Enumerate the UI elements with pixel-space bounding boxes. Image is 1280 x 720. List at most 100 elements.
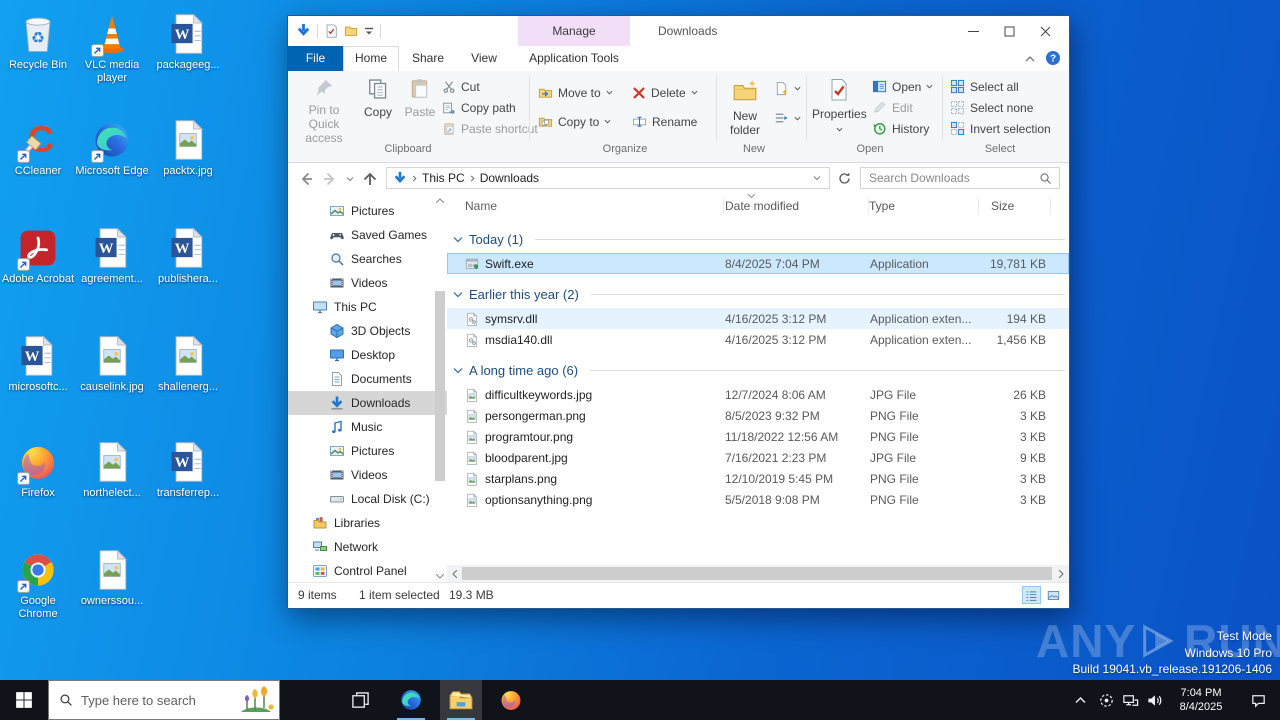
cut-button[interactable]: Cut — [442, 77, 524, 96]
scrollbar-thumb[interactable] — [462, 567, 1052, 580]
desktop-icon-packtx-jpg[interactable]: packtx.jpg — [151, 118, 225, 178]
file-row-programtour-png[interactable]: programtour.png11/18/2022 12:56 AMPNG Fi… — [447, 426, 1069, 447]
sidebar-item-desktop[interactable]: Desktop — [288, 343, 447, 367]
tray-network-button[interactable] — [1118, 680, 1142, 720]
desktop-icon-ownerssou[interactable]: ownerssou... — [75, 548, 149, 608]
pin-to-quick-access-button[interactable]: Pin to Quick access — [294, 73, 354, 139]
task-view-button[interactable] — [342, 680, 378, 720]
desktop-icon-ccleaner[interactable]: CCCleaner — [1, 118, 75, 178]
desktop-icon-microsoft-edge[interactable]: Microsoft Edge — [75, 118, 149, 178]
copy-path-button[interactable]: Copy path — [442, 98, 524, 117]
easy-access-button[interactable] — [774, 109, 802, 128]
title-bar[interactable]: Manage Downloads — [288, 16, 1069, 46]
file-row-persongerman-png[interactable]: persongerman.png8/5/2023 9:32 PMPNG File… — [447, 405, 1069, 426]
tab-application-tools[interactable]: Application Tools — [518, 46, 630, 71]
recent-locations-button[interactable] — [346, 175, 354, 183]
start-button[interactable] — [2, 680, 46, 720]
desktop-icon-recycle-bin[interactable]: ♻Recycle Bin — [1, 12, 75, 72]
rename-button[interactable]: Rename — [632, 112, 712, 131]
taskbar-explorer-button[interactable] — [440, 680, 482, 720]
file-row-bloodparent-jpg[interactable]: bloodparent.jpg7/16/2021 2:23 PMJPG File… — [447, 447, 1069, 468]
sidebar-item-searches[interactable]: Searches — [288, 247, 447, 271]
maximize-button[interactable] — [991, 16, 1027, 46]
group-collapse-icon[interactable] — [453, 236, 463, 243]
new-item-button[interactable] — [774, 79, 802, 98]
address-bar[interactable]: This PC Downloads — [386, 167, 830, 189]
sidebar-item-saved-games[interactable]: Saved Games — [288, 223, 447, 247]
desktop-icon-causelink-jpg[interactable]: causelink.jpg — [75, 334, 149, 394]
tab-home[interactable]: Home — [343, 46, 399, 71]
new-folder-button[interactable]: New folder — [722, 73, 768, 139]
manage-contextual-label[interactable]: Manage — [518, 16, 630, 46]
sidebar-item-videos[interactable]: Videos — [288, 271, 447, 295]
new-folder-qat-button[interactable] — [344, 24, 358, 38]
sidebar-item-3d-objects[interactable]: 3D Objects — [288, 319, 447, 343]
scroll-right-arrow[interactable] — [1054, 565, 1069, 582]
thumbnails-view-button[interactable] — [1044, 586, 1063, 604]
file-row-swift-exe[interactable]: Swift.exe8/4/2025 7:04 PMApplication19,7… — [447, 253, 1069, 274]
taskbar-clock[interactable]: 7:04 PM 8/4/2025 — [1168, 686, 1234, 714]
group-header-today-1[interactable]: Today (1) — [453, 229, 1065, 249]
sidebar-item-pictures[interactable]: Pictures — [288, 199, 447, 223]
desktop-icon-shallenerg[interactable]: shallenerg... — [151, 334, 225, 394]
nav-scrollbar[interactable] — [434, 193, 446, 583]
desktop-icon-firefox[interactable]: Firefox — [1, 440, 75, 500]
scroll-up-arrow[interactable] — [434, 193, 446, 207]
copy-to-button[interactable]: Copy to — [538, 112, 624, 131]
file-row-difficultkeywords-jpg[interactable]: difficultkeywords.jpg12/7/2024 8:06 AMJP… — [447, 384, 1069, 405]
file-row-symsrv-dll[interactable]: symsrv.dll4/16/2025 3:12 PMApplication e… — [447, 308, 1069, 329]
taskbar-edge-button[interactable] — [390, 680, 432, 720]
forward-button[interactable] — [322, 171, 338, 187]
minimize-button[interactable] — [955, 16, 991, 46]
customize-qat-button[interactable] — [364, 26, 374, 36]
group-header-a-long-time-ago-6[interactable]: A long time ago (6) — [453, 360, 1065, 380]
tray-capture-button[interactable] — [1094, 680, 1118, 720]
sidebar-item-pictures[interactable]: Pictures — [288, 439, 447, 463]
taskbar-firefox-button[interactable] — [490, 680, 532, 720]
desktop-icon-google-chrome[interactable]: Google Chrome — [1, 548, 75, 621]
horizontal-scrollbar[interactable] — [447, 565, 1069, 582]
scroll-down-arrow[interactable] — [434, 569, 446, 583]
desktop-icon-northelect[interactable]: northelect... — [75, 440, 149, 500]
tab-file[interactable]: File — [288, 46, 343, 71]
sidebar-item-libraries[interactable]: Libraries — [288, 511, 447, 535]
open-button[interactable]: Open — [872, 77, 934, 96]
sidebar-item-downloads-selected[interactable]: Downloads — [288, 391, 447, 415]
tray-expand-button[interactable] — [1068, 680, 1092, 720]
desktop-icon-microsoftc[interactable]: Wmicrosoftc... — [1, 334, 75, 394]
sidebar-item-documents[interactable]: Documents — [288, 367, 447, 391]
group-collapse-icon[interactable] — [453, 291, 463, 298]
select-all-button[interactable]: Select all — [950, 77, 1054, 96]
file-row-starplans-png[interactable]: starplans.png12/10/2019 5:45 PMPNG File3… — [447, 468, 1069, 489]
help-button[interactable]: ? — [1045, 50, 1061, 66]
tab-view[interactable]: View — [457, 46, 511, 71]
copy-button[interactable]: Copy — [358, 73, 398, 139]
history-button[interactable]: History — [872, 119, 938, 138]
properties-qat-button[interactable] — [324, 24, 338, 38]
breadcrumb-this-pc[interactable]: This PC — [418, 171, 469, 185]
scrollbar-thumb[interactable] — [435, 291, 445, 481]
address-dropdown-button[interactable] — [813, 174, 821, 182]
desktop-icon-agreement[interactable]: Wagreement... — [75, 226, 149, 286]
back-button[interactable] — [298, 171, 314, 187]
column-header-date-modified[interactable]: Date modified — [724, 198, 869, 214]
refresh-button[interactable] — [837, 171, 852, 186]
invert-selection-button[interactable]: Invert selection — [950, 119, 1062, 138]
search-box[interactable]: Search Downloads — [860, 167, 1060, 189]
desktop-icon-vlc-media-player[interactable]: VLC media player — [75, 12, 149, 85]
desktop-icon-publishera[interactable]: Wpublishera... — [151, 226, 225, 286]
properties-button[interactable]: Properties — [812, 73, 866, 139]
move-to-button[interactable]: Move to — [538, 83, 624, 102]
up-button[interactable] — [362, 171, 378, 187]
group-collapse-icon[interactable] — [453, 367, 463, 374]
details-view-button[interactable] — [1022, 586, 1041, 604]
minimize-ribbon-button[interactable] — [1025, 54, 1035, 64]
select-none-button[interactable]: Select none — [950, 98, 1054, 117]
desktop-icon-transferrep[interactable]: Wtransferrep... — [151, 440, 225, 500]
desktop-icon-adobe-acrobat[interactable]: Adobe Acrobat — [1, 226, 75, 286]
column-header-type[interactable]: Type — [869, 198, 979, 214]
sidebar-item-network[interactable]: Network — [288, 535, 447, 559]
tab-share[interactable]: Share — [401, 46, 455, 71]
sidebar-item-local-disk-c[interactable]: Local Disk (C:) — [288, 487, 447, 511]
sidebar-item-videos[interactable]: Videos — [288, 463, 447, 487]
